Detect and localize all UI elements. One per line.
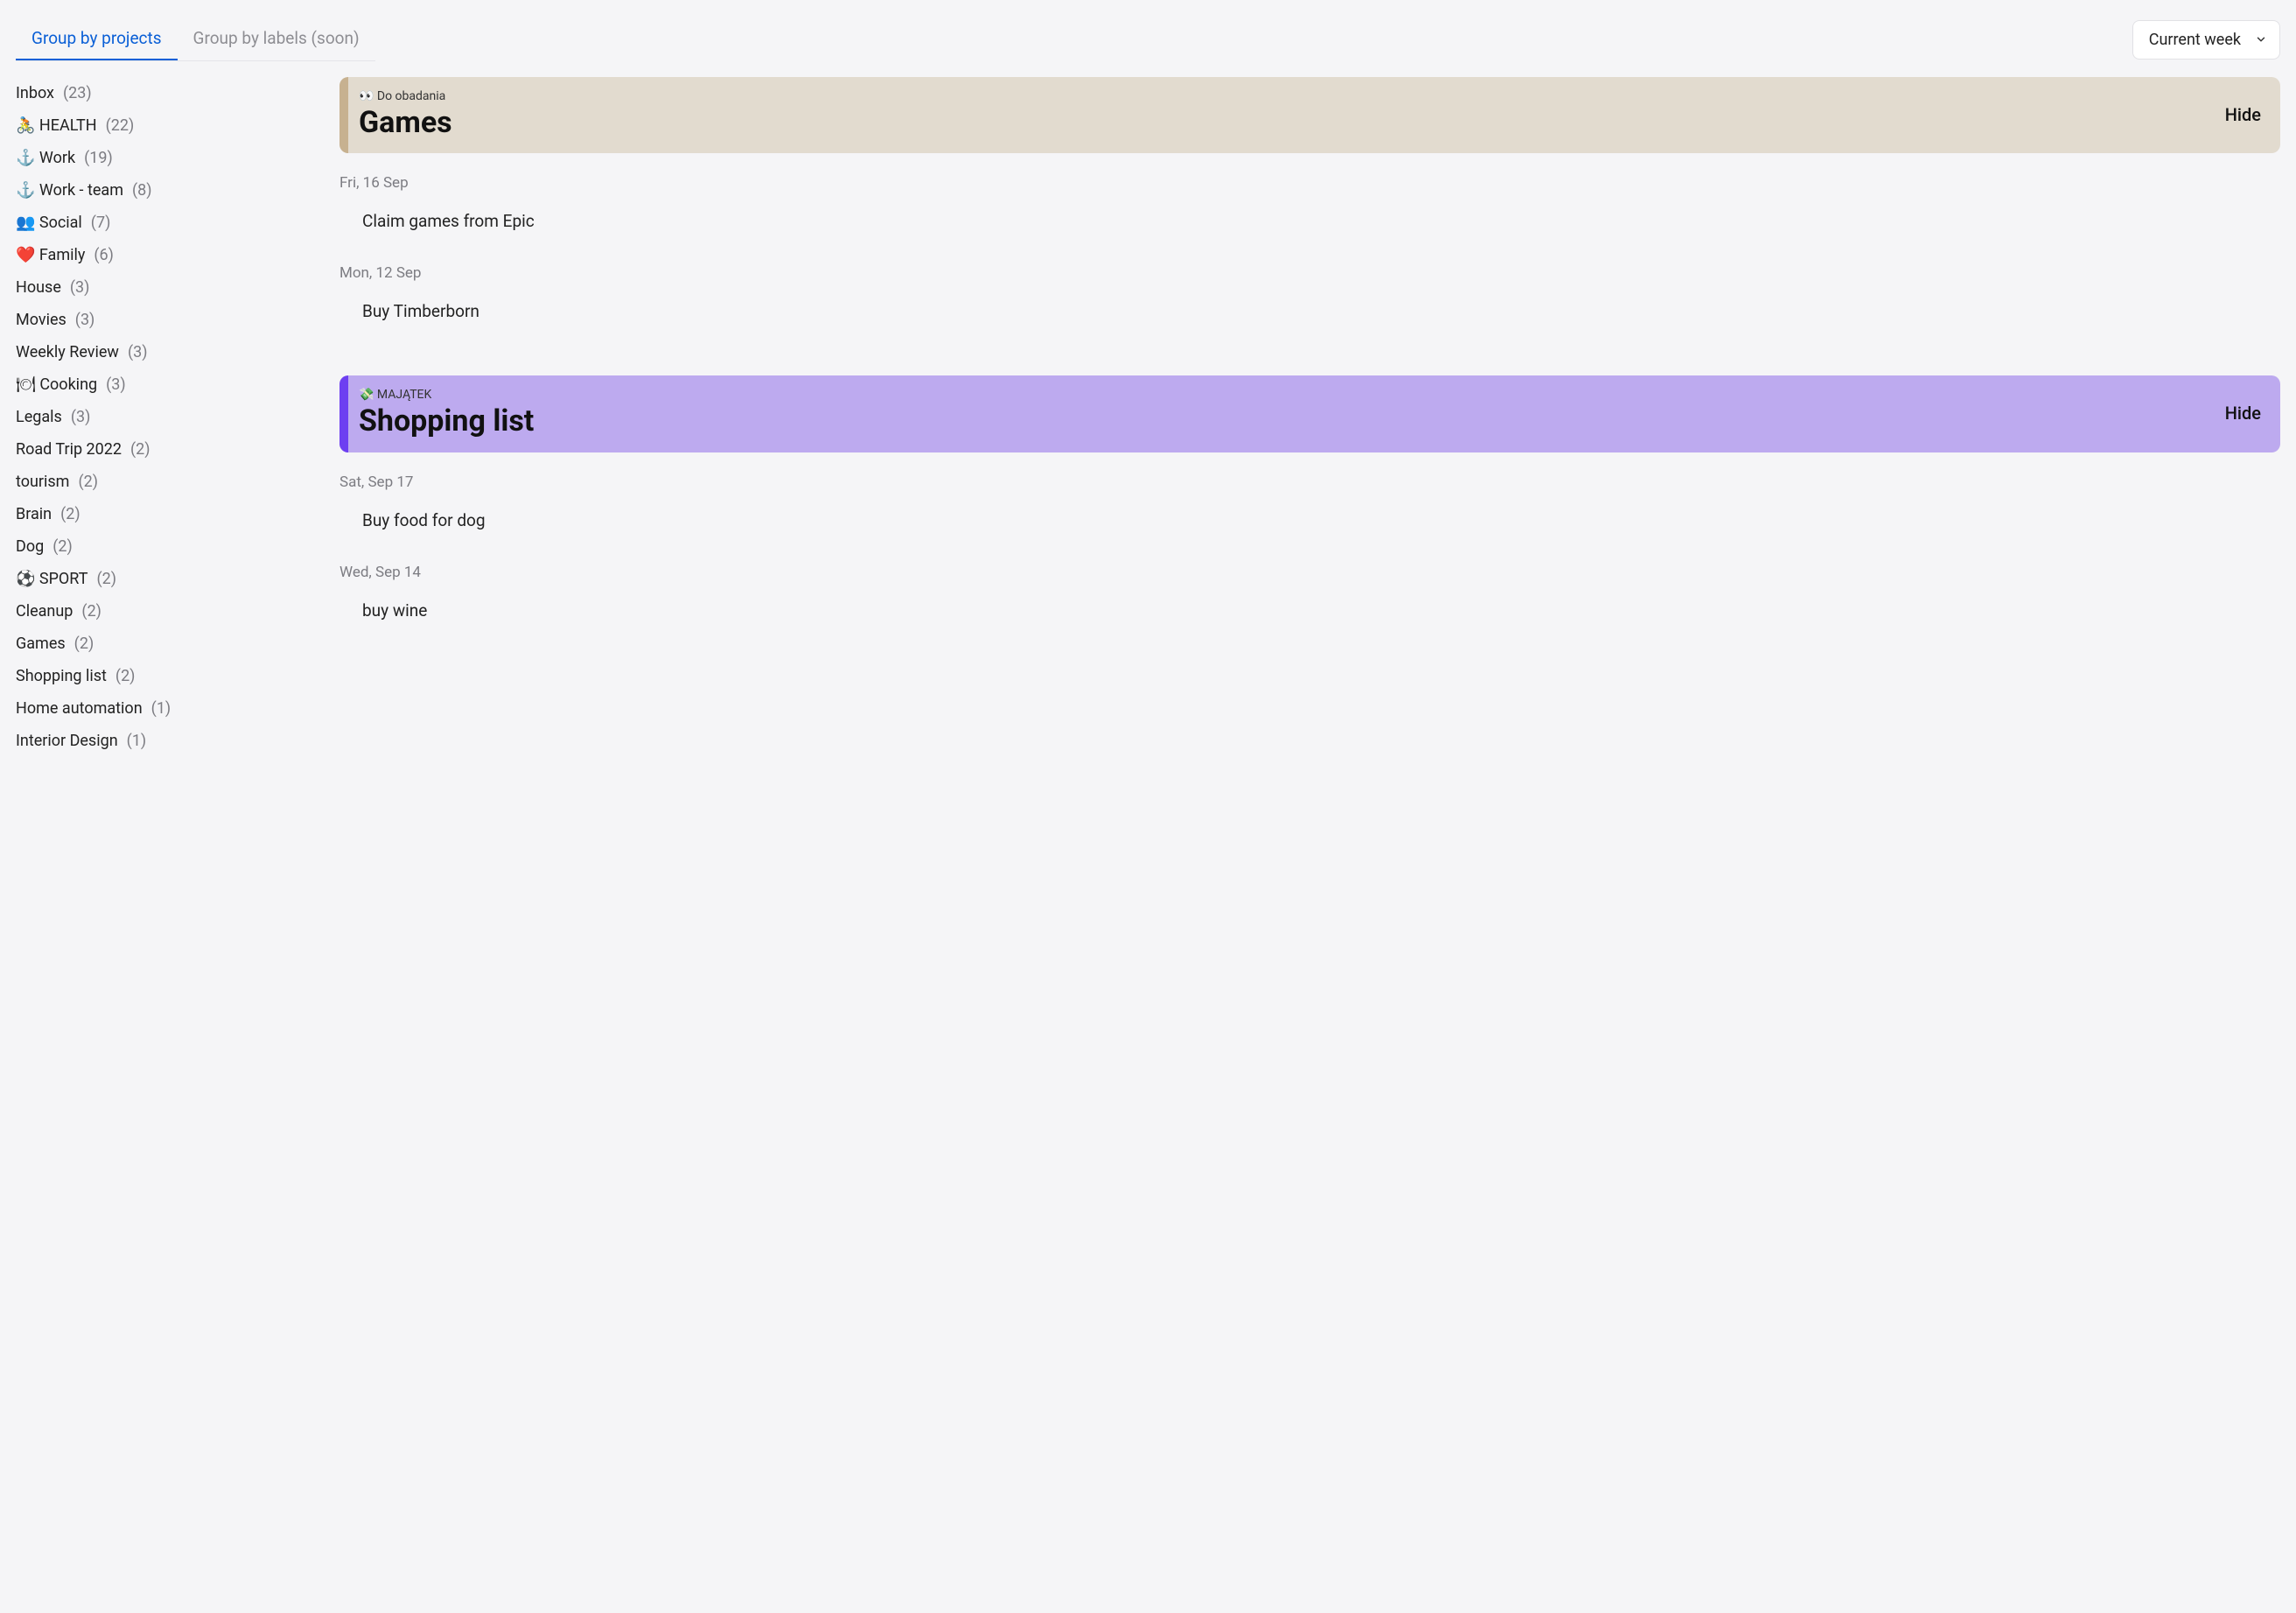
sidebar-item-label: ❤️ Family	[16, 246, 85, 264]
sidebar-item-count: (22)	[106, 116, 135, 135]
task-item[interactable]: Buy food for dog	[340, 498, 2280, 543]
sidebar-item-label: Brain	[16, 505, 52, 523]
sidebar-item-count: (2)	[60, 505, 80, 523]
sidebar-item-count: (3)	[70, 278, 90, 297]
date-label: Mon, 12 Sep	[340, 264, 2280, 282]
sidebar-item[interactable]: ⚽ SPORT (2)	[16, 563, 322, 595]
sidebar-item[interactable]: ⚓ Work (19)	[16, 142, 322, 174]
sidebar-item[interactable]: Brain (2)	[16, 498, 322, 530]
sidebar-item-count: (7)	[91, 214, 111, 232]
sidebar-item-label: Weekly Review	[16, 343, 119, 361]
sidebar-item-label: ⚽ SPORT	[16, 570, 88, 588]
tabs-bar: Group by projects Group by labels (soon)	[16, 18, 375, 61]
sidebar-item-count: (23)	[63, 84, 92, 102]
sidebar-item[interactable]: Weekly Review (3)	[16, 336, 322, 368]
sidebar-item-label: Shopping list	[16, 667, 107, 685]
sidebar-item[interactable]: 🚴 HEALTH (22)	[16, 109, 322, 142]
hide-button[interactable]: Hide	[2225, 403, 2261, 424]
sidebar-item-count: (2)	[130, 440, 150, 459]
sidebar-item-label: ⚓ Work - team	[16, 181, 123, 200]
sidebar-item-label: ⚓ Work	[16, 149, 75, 167]
sidebar-item[interactable]: tourism (2)	[16, 466, 322, 498]
sidebar-item-label: House	[16, 278, 61, 297]
sidebar-item[interactable]: Interior Design (1)	[16, 725, 322, 757]
sidebar-item-label: Home automation	[16, 699, 143, 718]
sidebar-item-count: (2)	[96, 570, 116, 588]
section-parent-label: 👀 Do obadania	[359, 89, 452, 103]
sidebar-item[interactable]: Inbox (23)	[16, 77, 322, 109]
sidebar-item-label: Games	[16, 635, 66, 653]
sidebar-item-count: (19)	[84, 149, 113, 167]
time-range-select[interactable]: Current week	[2132, 20, 2280, 60]
sidebar-item-count: (1)	[127, 732, 147, 750]
task-item[interactable]: Claim games from Epic	[340, 199, 2280, 243]
sidebar-item[interactable]: Legals (3)	[16, 401, 322, 433]
sidebar-item-count: (6)	[94, 246, 114, 264]
date-label: Sat, Sep 17	[340, 473, 2280, 491]
sidebar-item[interactable]: Home automation (1)	[16, 692, 322, 725]
sidebar-item-count: (2)	[74, 635, 94, 653]
sidebar-item[interactable]: Shopping list (2)	[16, 660, 322, 692]
sidebar-item-count: (8)	[132, 181, 152, 200]
sidebar-item-label: Inbox	[16, 84, 54, 102]
section-parent-label: 💸 MAJĄTEK	[359, 388, 534, 402]
sidebar-item-label: Legals	[16, 408, 62, 426]
sidebar-item-count: (1)	[151, 699, 172, 718]
section-header: 👀 Do obadania Games Hide	[340, 77, 2280, 153]
sidebar-item-count: (3)	[128, 343, 148, 361]
sidebar-item[interactable]: Cleanup (2)	[16, 595, 322, 628]
task-item[interactable]: buy wine	[340, 588, 2280, 633]
sidebar-item[interactable]: 👥 Social (7)	[16, 207, 322, 239]
task-item[interactable]: Buy Timberborn	[340, 289, 2280, 333]
sidebar-item-count: (2)	[52, 537, 73, 556]
sidebar-item-label: Movies	[16, 311, 66, 329]
date-label: Wed, Sep 14	[340, 564, 2280, 581]
sidebar-item-count: (3)	[71, 408, 91, 426]
sidebar-item-count: (2)	[116, 667, 136, 685]
sidebar-item-label: 🍽 Cooking	[16, 375, 97, 394]
sidebar-item[interactable]: Movies (3)	[16, 304, 322, 336]
section-header: 💸 MAJĄTEK Shopping list Hide	[340, 375, 2280, 452]
projects-sidebar: Inbox (23) 🚴 HEALTH (22) ⚓ Work (19) ⚓ Work - …	[16, 77, 322, 757]
sidebar-item[interactable]: 🍽 Cooking (3)	[16, 368, 322, 401]
sidebar-item-label: Road Trip 2022	[16, 440, 122, 459]
chevron-down-icon	[2255, 33, 2267, 46]
sidebar-item-count: (2)	[78, 473, 98, 491]
section-title: Shopping list	[359, 405, 534, 438]
sidebar-item[interactable]: Games (2)	[16, 628, 322, 660]
time-range-value: Current week	[2149, 31, 2241, 49]
sidebar-item-label: Interior Design	[16, 732, 118, 750]
sidebar-item-label: 👥 Social	[16, 214, 82, 232]
hide-button[interactable]: Hide	[2225, 104, 2261, 125]
sidebar-item-label: Dog	[16, 537, 44, 556]
section-title: Games	[359, 107, 452, 139]
tab-group-by-projects[interactable]: Group by projects	[16, 18, 178, 60]
sidebar-item-label: tourism	[16, 473, 69, 491]
sidebar-item-count: (3)	[75, 311, 95, 329]
content-area: 👀 Do obadania Games Hide Fri, 16 Sep Claim g…	[340, 77, 2280, 757]
sidebar-item-count: (3)	[106, 375, 126, 394]
date-label: Fri, 16 Sep	[340, 174, 2280, 192]
sidebar-item[interactable]: House (3)	[16, 271, 322, 304]
sidebar-item-count: (2)	[81, 602, 102, 621]
sidebar-item[interactable]: ⚓ Work - team (8)	[16, 174, 322, 207]
sidebar-item-label: Cleanup	[16, 602, 73, 621]
tab-group-by-labels[interactable]: Group by labels (soon)	[178, 18, 375, 60]
sidebar-item[interactable]: ❤️ Family (6)	[16, 239, 322, 271]
sidebar-item[interactable]: Dog (2)	[16, 530, 322, 563]
sidebar-item[interactable]: Road Trip 2022 (2)	[16, 433, 322, 466]
sidebar-item-label: 🚴 HEALTH	[16, 116, 97, 135]
